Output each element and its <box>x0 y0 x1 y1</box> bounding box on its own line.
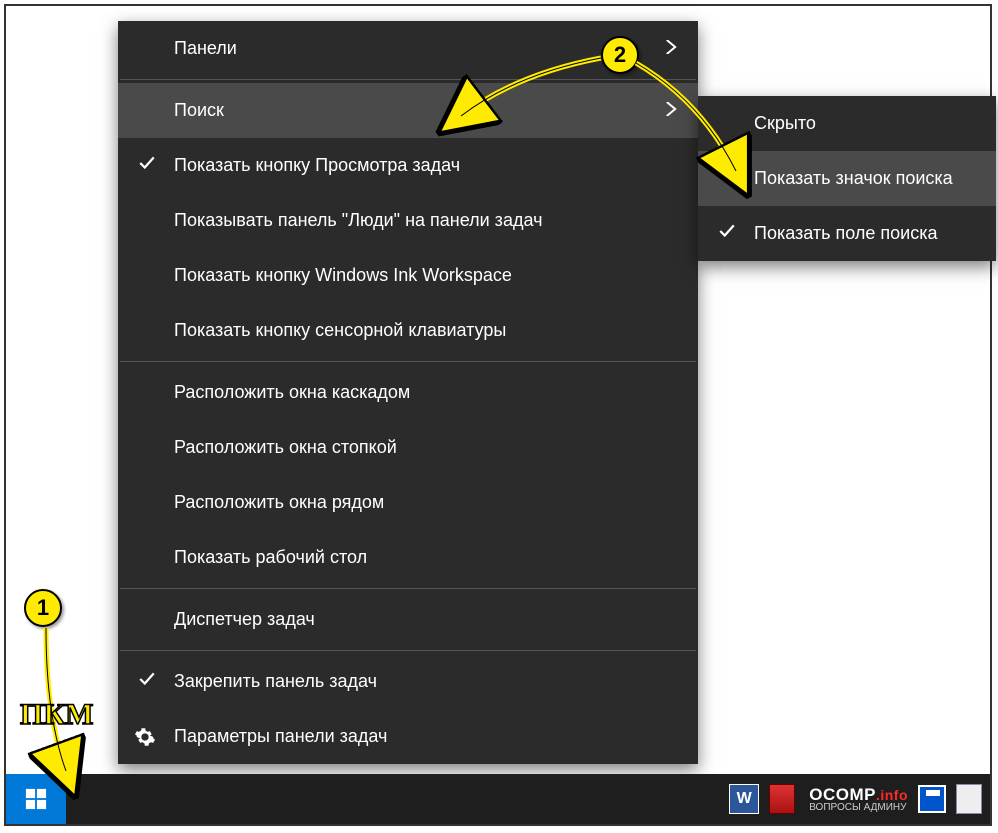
ocomp-text: OCOMP <box>809 785 876 804</box>
menu-label: Скрыто <box>754 113 816 134</box>
menu-item-lock-taskbar[interactable]: Закрепить панель задач <box>118 654 698 709</box>
menu-label: Показать кнопку сенсорной клавиатуры <box>174 320 506 341</box>
menu-item-task-manager[interactable]: Диспетчер задач <box>118 592 698 647</box>
word-letter: W <box>737 790 752 808</box>
check-icon <box>136 670 158 693</box>
badge-number: 1 <box>37 595 49 621</box>
menu-label: Расположить окна рядом <box>174 492 384 513</box>
menu-item-touch-keyboard[interactable]: Показать кнопку сенсорной клавиатуры <box>118 303 698 358</box>
menu-item-show-desktop[interactable]: Показать рабочий стол <box>118 530 698 585</box>
menu-item-people[interactable]: Показывать панель "Люди" на панели задач <box>118 193 698 248</box>
tray-word-icon[interactable]: W <box>729 784 759 814</box>
menu-item-side-by-side[interactable]: Расположить окна рядом <box>118 475 698 530</box>
menu-item-stacked[interactable]: Расположить окна стопкой <box>118 420 698 475</box>
annotation-pkm-label: ПКМ <box>20 698 93 732</box>
menu-label: Поиск <box>174 100 224 121</box>
menu-label: Закрепить панель задач <box>174 671 377 692</box>
taskbar: W OCOMP.info ВОПРОСЫ АДМИНУ <box>6 774 990 824</box>
gear-icon <box>134 726 156 748</box>
tray-floppy-icon[interactable] <box>918 785 946 813</box>
ocomp-logo: OCOMP.info ВОПРОСЫ АДМИНУ <box>809 786 908 813</box>
menu-separator <box>120 588 696 589</box>
menu-label: Показать кнопку Просмотра задач <box>174 155 460 176</box>
menu-label: Панели <box>174 38 237 59</box>
menu-label: Показать кнопку Windows Ink Workspace <box>174 265 512 286</box>
ocomp-info: .info <box>876 787 908 803</box>
menu-label: Показывать панель "Люди" на панели задач <box>174 210 542 231</box>
annotation-arrow-2-left <box>446 54 616 134</box>
chevron-right-icon <box>652 38 678 59</box>
taskbar-tray: W OCOMP.info ВОПРОСЫ АДМИНУ <box>729 774 982 824</box>
menu-separator <box>120 361 696 362</box>
annotation-badge-1: 1 <box>24 589 62 627</box>
menu-separator <box>120 650 696 651</box>
menu-label: Показать поле поиска <box>754 223 938 244</box>
windows-logo-icon <box>25 788 47 810</box>
ocomp-tagline: ВОПРОСЫ АДМИНУ <box>809 803 908 813</box>
menu-label: Параметры панели задач <box>174 726 387 747</box>
menu-label: Расположить окна стопкой <box>174 437 397 458</box>
menu-label: Диспетчер задач <box>174 609 315 630</box>
menu-label: Показать рабочий стол <box>174 547 367 568</box>
annotation-arrow-2-right <box>631 61 761 191</box>
menu-label: Расположить окна каскадом <box>174 382 410 403</box>
check-icon <box>716 222 738 245</box>
submenu-item-show-box[interactable]: Показать поле поиска <box>698 206 996 261</box>
check-icon <box>136 154 158 177</box>
menu-label: Показать значок поиска <box>754 168 953 189</box>
menu-item-taskbar-settings[interactable]: Параметры панели задач <box>118 709 698 764</box>
menu-item-cascade[interactable]: Расположить окна каскадом <box>118 365 698 420</box>
tray-book-icon[interactable] <box>769 784 795 814</box>
menu-item-ink[interactable]: Показать кнопку Windows Ink Workspace <box>118 248 698 303</box>
tray-doc-icon[interactable] <box>956 784 982 814</box>
menu-item-task-view[interactable]: Показать кнопку Просмотра задач <box>118 138 698 193</box>
